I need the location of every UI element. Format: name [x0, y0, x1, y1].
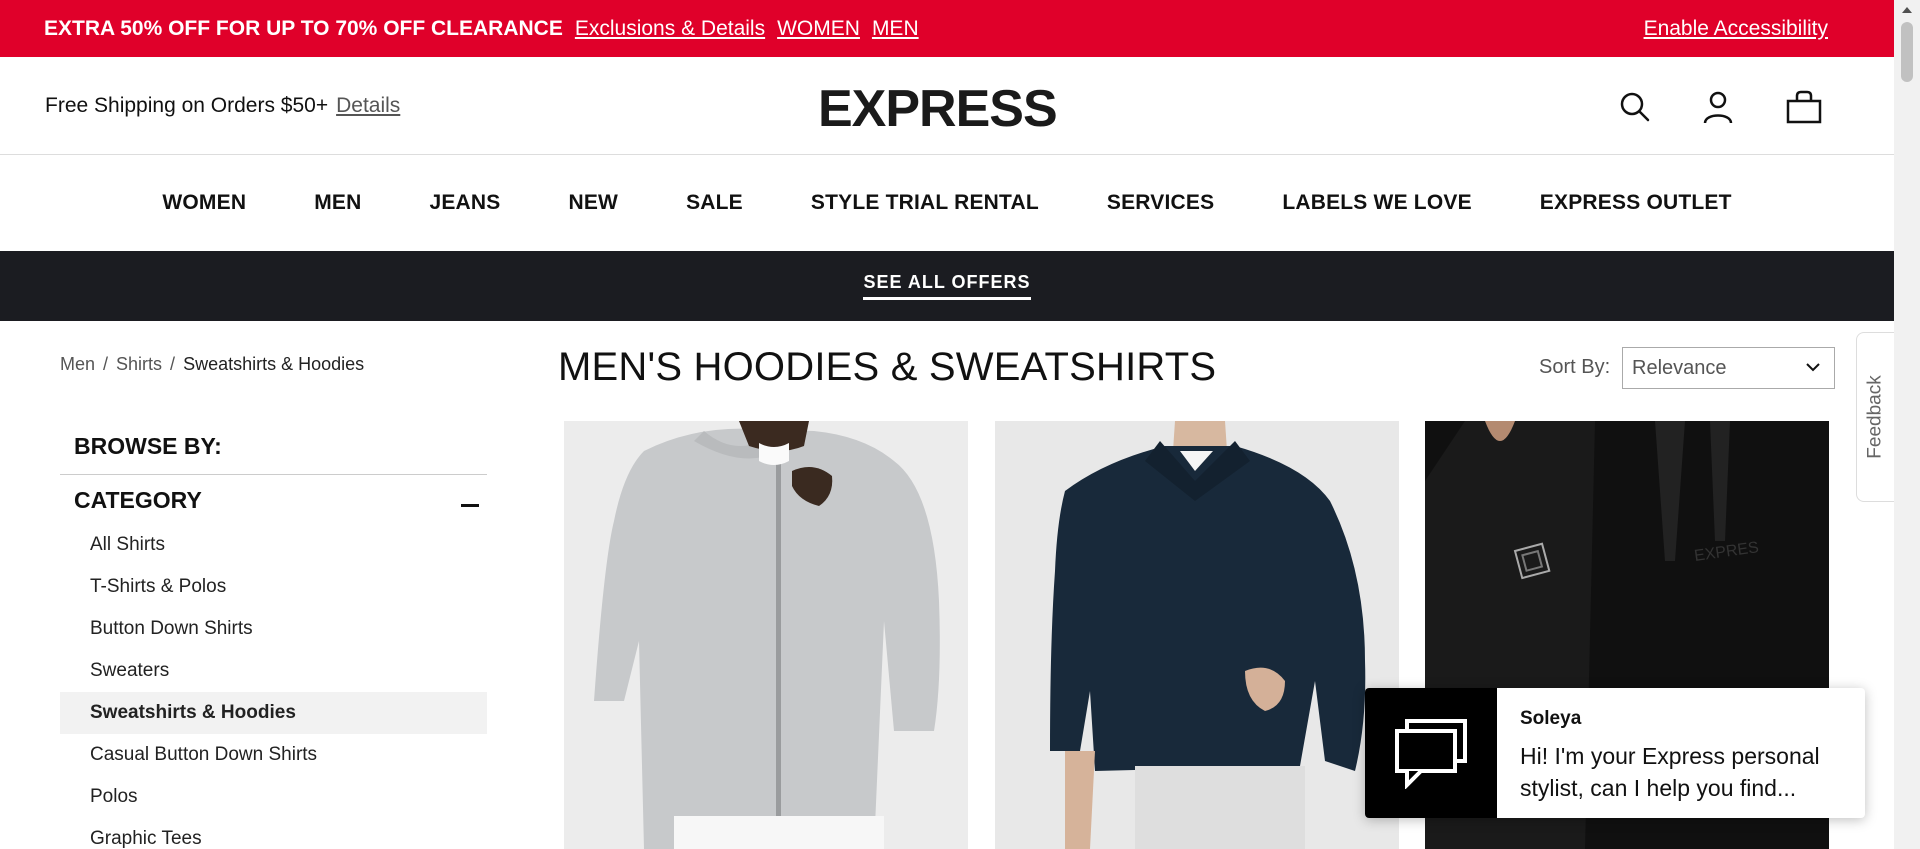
promo-women-link[interactable]: WOMEN — [777, 17, 860, 41]
enable-accessibility-link[interactable]: Enable Accessibility — [1644, 17, 1828, 41]
exclusions-details-link[interactable]: Exclusions & Details — [575, 17, 765, 41]
product-image-navy-pullover[interactable] — [995, 421, 1399, 849]
category-graphic-tees[interactable]: Graphic Tees — [60, 818, 487, 849]
page-title: MEN'S HOODIES & SWEATSHIRTS — [558, 345, 1217, 389]
nav-sale[interactable]: SALE — [652, 191, 777, 215]
category-sweatshirts-hoodies[interactable]: Sweatshirts & Hoodies — [60, 692, 487, 734]
category-sweaters[interactable]: Sweaters — [60, 650, 487, 692]
scroll-up-icon[interactable] — [1902, 7, 1912, 13]
nav-jeans[interactable]: JEANS — [395, 191, 534, 215]
site-header: Free Shipping on Orders $50+ Details EXP… — [0, 57, 1894, 155]
breadcrumb-current: Sweatshirts & Hoodies — [183, 354, 365, 374]
product-image-grey-sweatshirt[interactable] — [564, 421, 968, 849]
chat-message: Hi! I'm your Express personal stylist, c… — [1520, 743, 1820, 801]
nav-women[interactable]: WOMEN — [128, 191, 280, 215]
search-icon[interactable] — [1617, 89, 1653, 125]
shipping-details-link[interactable]: Details — [336, 94, 400, 118]
sort-value: Relevance — [1632, 356, 1727, 379]
chat-bubbles-icon — [1395, 719, 1467, 789]
promo-left: EXTRA 50% OFF FOR UP TO 70% OFF CLEARANC… — [44, 0, 919, 57]
category-polos[interactable]: Polos — [60, 776, 487, 818]
see-all-offers-link[interactable]: SEE ALL OFFERS — [863, 272, 1031, 300]
browse-by-heading: BROWSE BY: — [60, 420, 487, 475]
category-toggle[interactable]: CATEGORY — [60, 480, 487, 520]
category-button-down-shirts[interactable]: Button Down Shirts — [60, 608, 487, 650]
category-all-shirts[interactable]: All Shirts — [60, 524, 487, 566]
breadcrumb-men[interactable]: Men — [60, 354, 95, 375]
promo-right: Enable Accessibility — [1644, 0, 1828, 57]
feedback-label: Feedback — [1864, 375, 1886, 459]
nav-express-outlet[interactable]: EXPRESS OUTLET — [1506, 191, 1766, 215]
page-scrollbar[interactable] — [1894, 0, 1920, 849]
breadcrumb-separator: / — [170, 354, 176, 374]
promo-men-link[interactable]: MEN — [872, 17, 919, 41]
main-nav: WOMEN MEN JEANS NEW SALE STYLE TRIAL REN… — [0, 155, 1894, 251]
category-tshirts-polos[interactable]: T-Shirts & Polos — [60, 566, 487, 608]
sort-select[interactable]: Relevance — [1622, 347, 1835, 389]
chat-icon-box[interactable] — [1365, 688, 1497, 818]
account-icon[interactable] — [1700, 89, 1736, 125]
breadcrumb-shirts[interactable]: Shirts — [116, 354, 162, 375]
feedback-tab[interactable]: Feedback — [1856, 332, 1894, 502]
category-list: All Shirts T-Shirts & Polos Button Down … — [60, 524, 487, 849]
shipping-text: Free Shipping on Orders $50+ — [45, 94, 329, 117]
category-casual-button-down[interactable]: Casual Button Down Shirts — [60, 734, 487, 776]
chat-agent-name: Soleya — [1520, 708, 1582, 729]
shopping-bag-icon[interactable] — [1786, 89, 1822, 125]
collapse-minus-icon[interactable] — [461, 503, 479, 507]
sort-label: Sort By: — [1539, 356, 1611, 378]
nav-new[interactable]: NEW — [534, 191, 652, 215]
nav-services[interactable]: SERVICES — [1073, 191, 1248, 215]
nav-style-trial-rental[interactable]: STYLE TRIAL RENTAL — [777, 191, 1073, 215]
promo-bar: EXTRA 50% OFF FOR UP TO 70% OFF CLEARANC… — [0, 0, 1894, 57]
breadcrumb-separator: / — [103, 354, 109, 374]
offers-bar: SEE ALL OFFERS — [0, 251, 1894, 321]
category-heading: CATEGORY — [74, 486, 202, 513]
express-logo[interactable]: EXPRESS — [818, 79, 1058, 139]
product-card-1[interactable] — [564, 421, 968, 849]
chevron-down-icon — [1806, 363, 1820, 372]
nav-labels-we-love[interactable]: LABELS WE LOVE — [1248, 191, 1505, 215]
scrollbar-thumb[interactable] — [1901, 22, 1913, 82]
shipping-banner: Free Shipping on Orders $50+ Details — [45, 57, 400, 155]
stylist-chat-widget[interactable]: Soleya Hi! I'm your Express personal sty… — [1365, 688, 1865, 818]
product-card-2[interactable] — [995, 421, 1399, 849]
promo-headline: EXTRA 50% OFF FOR UP TO 70% OFF CLEARANC… — [44, 16, 563, 40]
breadcrumb: Men / Shirts / Sweatshirts & Hoodies — [60, 354, 364, 375]
nav-men[interactable]: MEN — [280, 191, 395, 215]
